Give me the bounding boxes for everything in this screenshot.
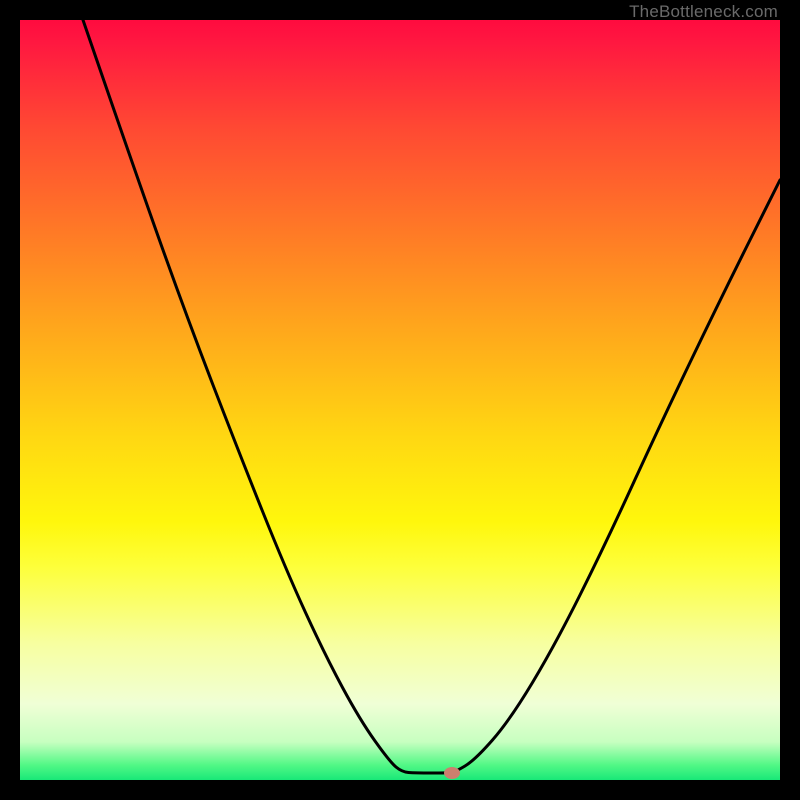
watermark-text: TheBottleneck.com bbox=[629, 2, 778, 22]
curve-layer bbox=[20, 20, 780, 780]
min-point-dot bbox=[444, 767, 460, 779]
chart-frame: TheBottleneck.com bbox=[0, 0, 800, 800]
bottleneck-curve bbox=[83, 20, 780, 773]
